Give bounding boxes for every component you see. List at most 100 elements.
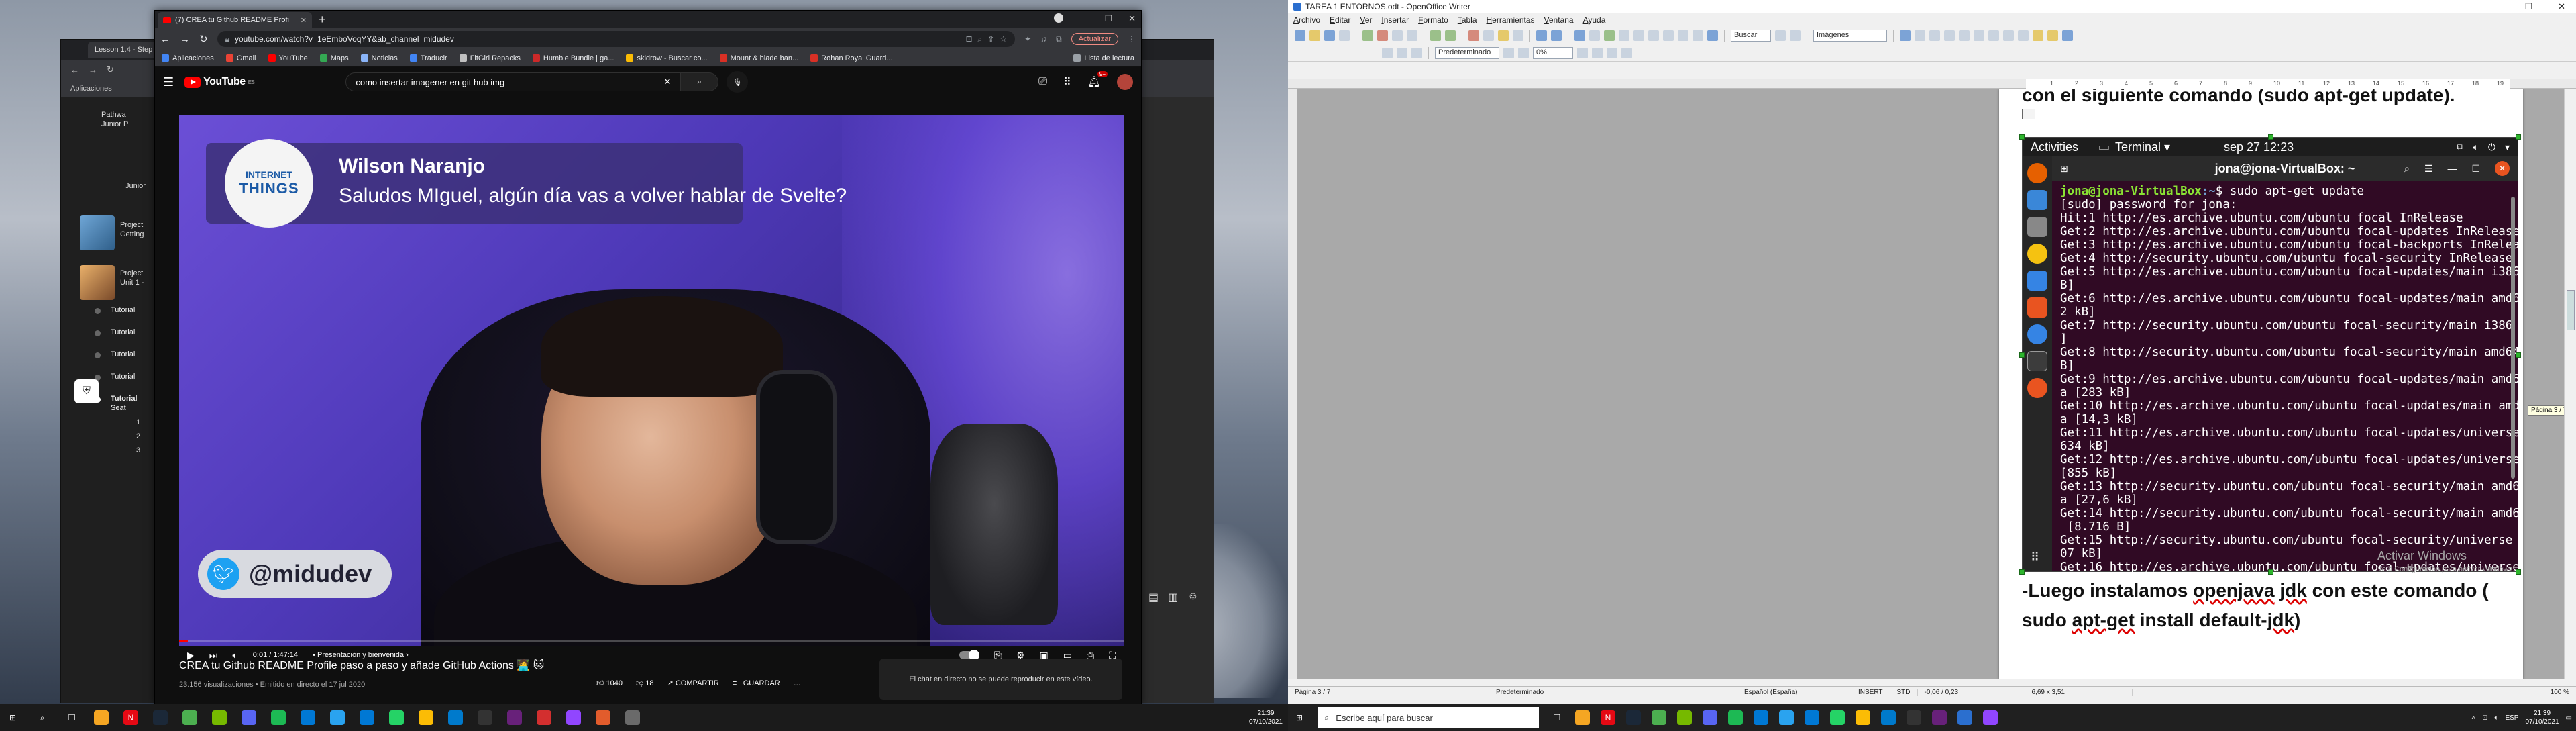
install-icon[interactable]: ⊡ — [965, 34, 972, 44]
app-icon[interactable] — [182, 710, 197, 725]
url-text[interactable]: youtube.com/watch?v=1eEmboVoqYY&ab_chann… — [235, 34, 960, 44]
misspelled-word[interactable]: jdk — [2279, 580, 2306, 601]
menu-ayuda[interactable]: Ayuda — [1583, 15, 1606, 25]
volume-icon[interactable]: 🔈︎ — [2494, 714, 2498, 722]
tutorial-item[interactable]: Tutorial — [111, 328, 135, 336]
misspelled-word[interactable]: apt-get — [2072, 610, 2135, 630]
email-icon[interactable] — [1339, 30, 1350, 41]
selection-handle[interactable] — [2019, 352, 2025, 358]
find-field[interactable]: Buscar — [1731, 29, 1771, 42]
bookmark-youtube[interactable]: YouTube — [268, 54, 308, 62]
reload-icon[interactable]: ↻ — [199, 33, 208, 45]
outlook-icon[interactable] — [1805, 710, 1819, 725]
minimize-icon[interactable]: — — [2490, 1, 2499, 12]
terminal-icon[interactable] — [1907, 710, 1921, 725]
app-icon[interactable] — [537, 710, 551, 725]
terminal-icon[interactable] — [478, 710, 492, 725]
bookmark-fitgirl[interactable]: FitGirl Repacks — [459, 54, 521, 62]
selection-handle[interactable] — [2268, 134, 2273, 140]
steam-icon[interactable] — [1626, 710, 1641, 725]
bookmark-news[interactable]: Noticias — [360, 54, 398, 62]
steam-icon[interactable] — [153, 710, 168, 725]
paragraph-style-combo[interactable]: Predeterminado — [1435, 46, 1499, 59]
status-style[interactable]: Predeterminado — [1489, 689, 1737, 696]
autospell-icon[interactable] — [1445, 30, 1456, 41]
search-icon[interactable]: ⌕ — [35, 710, 50, 725]
outlook-icon[interactable] — [360, 710, 374, 725]
kebab-menu-icon[interactable]: ⋮ — [1128, 34, 1136, 44]
spotify-icon[interactable] — [1728, 710, 1743, 725]
print-icon[interactable] — [1392, 30, 1403, 41]
bookmark-apps[interactable]: Aplicaciones — [162, 54, 214, 62]
close-window-icon[interactable]: ✕ — [1128, 13, 1136, 24]
crop-icon[interactable] — [1577, 47, 1588, 58]
chevron-up-icon[interactable]: ˄ — [2471, 714, 2475, 722]
emoji-icon[interactable]: ☺ — [1187, 591, 1198, 604]
nvidia-icon[interactable] — [212, 710, 227, 725]
edit-file-icon[interactable] — [1362, 30, 1373, 41]
document-paragraph[interactable]: -Luego instalamos openjava jdk con este … — [2022, 576, 2518, 635]
style-combo[interactable]: Imágenes — [1813, 29, 1887, 42]
whatsapp-icon[interactable] — [1830, 710, 1845, 725]
close-window-icon[interactable]: ✕ — [2558, 1, 2565, 12]
export-pdf-icon[interactable] — [1377, 30, 1388, 41]
lock-icon[interactable]: 🔒︎ — [225, 34, 229, 44]
menu-archivo[interactable]: Archivo — [1293, 15, 1320, 25]
status-insert-mode[interactable]: INSERT — [1851, 689, 1890, 696]
justify-icon[interactable] — [1944, 30, 1955, 41]
copy-icon[interactable] — [1483, 30, 1494, 41]
omnibox[interactable]: 🔒︎ youtube.com/watch?v=1eEmboVoqYY&ab_ch… — [217, 31, 1016, 47]
misspelled-word[interactable]: openjava — [2193, 580, 2274, 601]
filter-icon[interactable] — [1503, 47, 1514, 58]
bookmark-humble[interactable]: Humble Bundle | ga... — [532, 54, 614, 62]
save-icon[interactable] — [1324, 30, 1335, 41]
left-clock[interactable]: 21:39 07/10/2021 — [1249, 709, 1283, 726]
nvidia-icon[interactable] — [1677, 710, 1692, 725]
bookmark-star-icon[interactable]: ☆ — [1000, 34, 1007, 44]
border-icon[interactable] — [2018, 30, 2029, 41]
twitch-icon[interactable] — [1983, 710, 1998, 725]
dislike-button[interactable]: 👎︎ 18 — [636, 679, 653, 687]
zoom-icon[interactable] — [1693, 30, 1703, 41]
app-icon[interactable] — [596, 710, 610, 725]
undo-icon[interactable] — [1536, 30, 1547, 41]
more-actions-icon[interactable]: … — [794, 679, 801, 687]
taskbar-search-input[interactable]: ⌕ Escribe aquí para buscar — [1318, 707, 1539, 728]
vertical-scrollbar[interactable] — [2564, 89, 2576, 679]
search-input[interactable]: como insertar imagener en git hub img ✕ — [345, 72, 682, 91]
bullets-icon[interactable] — [1974, 30, 1984, 41]
twitch-icon[interactable] — [566, 710, 581, 725]
tutorial-item[interactable]: Tutorial — [111, 373, 135, 381]
app-icon[interactable] — [1779, 710, 1794, 725]
print-preview-icon[interactable] — [1407, 30, 1417, 41]
share-button[interactable]: ↗ COMPARTIR — [667, 679, 719, 687]
maximize-icon[interactable]: ☐ — [2524, 1, 2532, 12]
status-selection-mode[interactable]: STD — [1890, 689, 1918, 696]
profile-circle-icon[interactable] — [1054, 13, 1064, 23]
extensions-icon[interactable]: ✦ — [1024, 34, 1031, 44]
vscode-icon[interactable] — [1881, 710, 1896, 725]
close-tab-icon[interactable]: ✕ — [301, 16, 307, 25]
menu-ventana[interactable]: Ventana — [1544, 15, 1574, 25]
find-next-icon[interactable] — [1790, 30, 1801, 41]
app-icon[interactable] — [330, 710, 345, 725]
windows-start-icon[interactable]: ⊞ — [5, 710, 20, 725]
wrap-ideal-icon[interactable] — [1411, 47, 1422, 58]
menu-formato[interactable]: Formato — [1418, 15, 1448, 25]
status-zoom[interactable]: 100 % — [2544, 689, 2576, 696]
bookmark-translate[interactable]: Traducir — [409, 54, 447, 62]
video-player[interactable]: INTERNET THINGS Wilson Naranjo Saludos M… — [179, 115, 1124, 646]
new-document-icon[interactable] — [1295, 30, 1305, 41]
bg-bookmark[interactable]: Aplicaciones — [70, 85, 112, 93]
indent-icon[interactable] — [1988, 30, 1999, 41]
whatsapp-icon[interactable] — [389, 710, 404, 725]
visual-studio-icon[interactable] — [1932, 710, 1947, 725]
tutorial-item[interactable]: Tutorial — [111, 306, 135, 314]
forward-arrow-icon[interactable]: → — [180, 34, 190, 45]
clipboard-icon[interactable]: ▥ — [1168, 591, 1178, 604]
netflix-icon[interactable]: N — [123, 710, 138, 725]
tutorial-item-current[interactable]: Tutorial — [111, 395, 138, 403]
create-video-icon[interactable]: ⎚ — [1038, 76, 1047, 88]
forward-arrow-icon[interactable]: → — [89, 65, 97, 75]
discord-icon[interactable] — [1703, 710, 1717, 725]
